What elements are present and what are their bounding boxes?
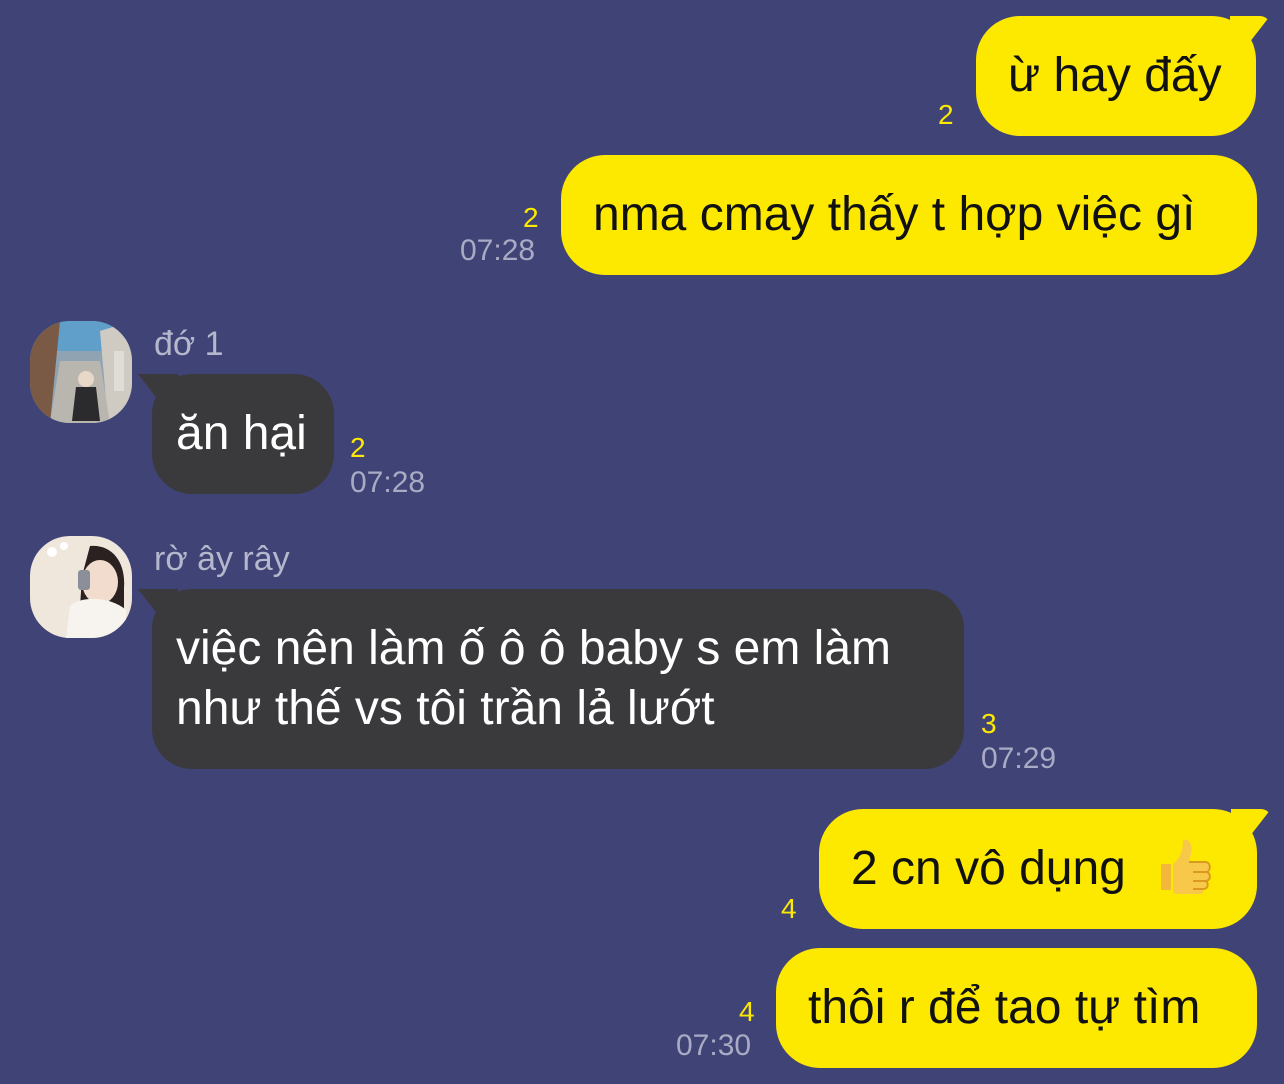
unread-count: 4 (739, 996, 755, 1027)
unread-count: 2 (523, 202, 539, 233)
their-message-bubble[interactable]: việc nên làm ố ô ô baby s em làm như thế… (138, 589, 964, 769)
message-text-line: như thế vs tôi trần lả lướt (176, 682, 715, 735)
street-photo-avatar-icon (30, 321, 132, 423)
message-time: 07:29 (981, 742, 1057, 775)
avatar[interactable] (30, 536, 132, 638)
chat-view: 2 ừ hay đấy 2 07:28 nma cmay thấy t hợp … (0, 0, 1284, 1084)
their-message-bubble[interactable]: ăn hại (138, 374, 334, 494)
bubble-tail (138, 589, 178, 625)
unread-count: 2 (938, 99, 954, 130)
avatar[interactable] (30, 321, 132, 423)
my-message-bubble[interactable]: ừ hay đấy (976, 16, 1270, 136)
selfie-avatar-icon (30, 536, 132, 638)
message-text: ăn hại (176, 407, 307, 460)
message-text: ừ hay đấy (1008, 49, 1222, 102)
message-time: 07:28 (350, 466, 426, 499)
unread-count: 2 (350, 432, 366, 463)
sender-name: rờ ây rây (154, 540, 290, 578)
message-text-line: việc nên làm ố ô ô baby s em làm (176, 622, 892, 675)
my-message-bubble[interactable]: thôi r để tao tự tìm (776, 948, 1257, 1068)
message-text: thôi r để tao tự tìm (808, 981, 1201, 1034)
thumbs-up-icon (1153, 834, 1215, 896)
unread-count: 4 (781, 893, 797, 924)
my-message-bubble[interactable]: nma cmay thấy t hợp việc gì (561, 155, 1257, 275)
bubble-tail (138, 374, 178, 410)
bubble-tail (1230, 16, 1270, 52)
message-text: nma cmay thấy t hợp việc gì (593, 188, 1196, 241)
message-text: 2 cn vô dụng (851, 842, 1126, 895)
bubble-tail (1231, 809, 1271, 845)
message-time: 07:30 (676, 1029, 752, 1062)
my-message-bubble[interactable]: 2 cn vô dụng (819, 809, 1271, 929)
unread-count: 3 (981, 708, 997, 739)
message-time: 07:28 (460, 234, 536, 267)
sender-name: đớ 1 (154, 325, 224, 363)
